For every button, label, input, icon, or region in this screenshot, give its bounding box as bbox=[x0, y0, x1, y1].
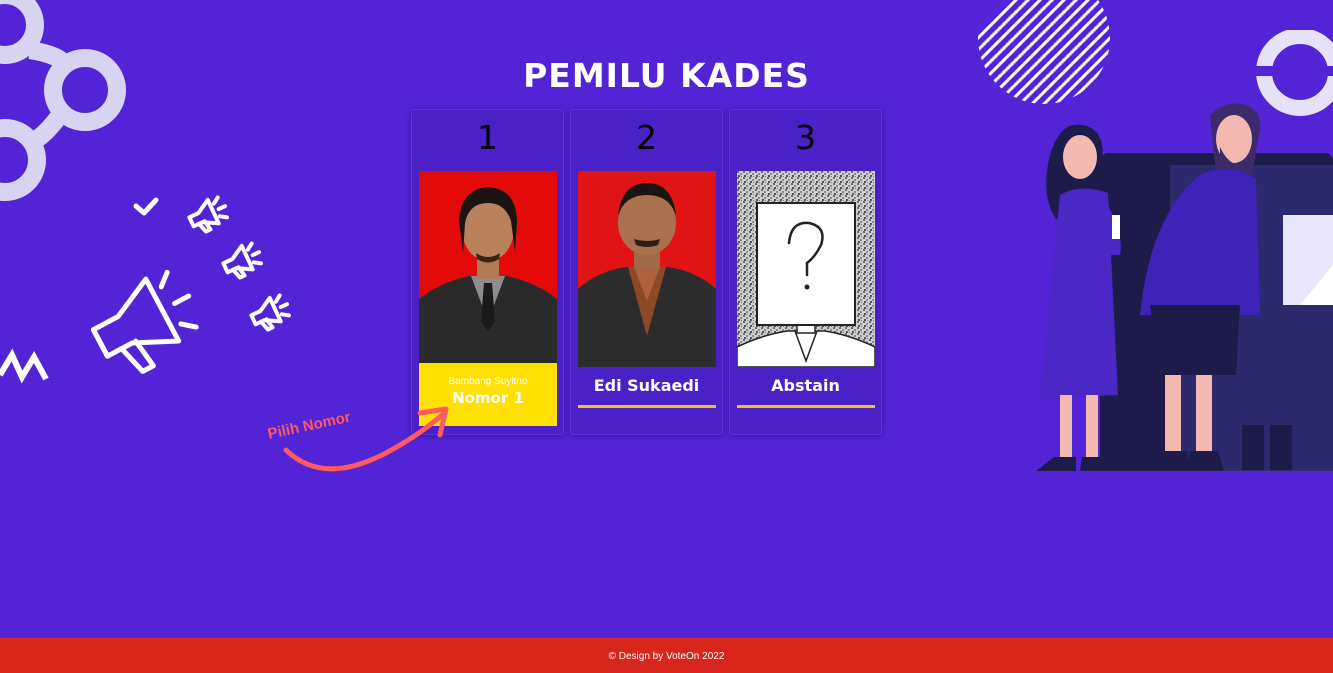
zigzag-decoration bbox=[0, 348, 49, 384]
candidate-name: Edi Sukaedi bbox=[593, 376, 700, 395]
candidate-photo bbox=[419, 171, 557, 367]
page-title: PEMILU KADES bbox=[523, 56, 810, 95]
candidate-card-2[interactable]: 2 Edi Sukaedi bbox=[570, 109, 723, 435]
candidate-number: 1 bbox=[477, 118, 498, 157]
candidate-number: 3 bbox=[795, 118, 816, 157]
candidate-card-3[interactable]: 3 Abstain bbox=[729, 109, 882, 435]
question-mark-placeholder bbox=[737, 171, 875, 367]
megaphone-icon bbox=[90, 195, 291, 374]
candidate-number: 2 bbox=[636, 118, 657, 157]
card-underline bbox=[737, 405, 875, 408]
arrow-icon bbox=[283, 406, 449, 472]
candidate-name: Bambang Suyitno bbox=[448, 376, 528, 387]
voters-illustration bbox=[1036, 103, 1333, 471]
candidate-name: Abstain bbox=[771, 376, 840, 395]
page: PEMILU KADES 1 Bambang Suyitno Nomor 1 2… bbox=[0, 0, 1333, 673]
candidate-photo bbox=[578, 171, 716, 367]
footer: © Design by VoteOn 2022 bbox=[0, 638, 1333, 673]
candidate-list: 1 Bambang Suyitno Nomor 1 2 Edi Sukaedi … bbox=[411, 109, 883, 437]
candidate-card-1[interactable]: 1 Bambang Suyitno Nomor 1 bbox=[411, 109, 564, 435]
footer-text: © Design by VoteOn 2022 bbox=[608, 651, 725, 662]
card-underline bbox=[578, 405, 716, 408]
